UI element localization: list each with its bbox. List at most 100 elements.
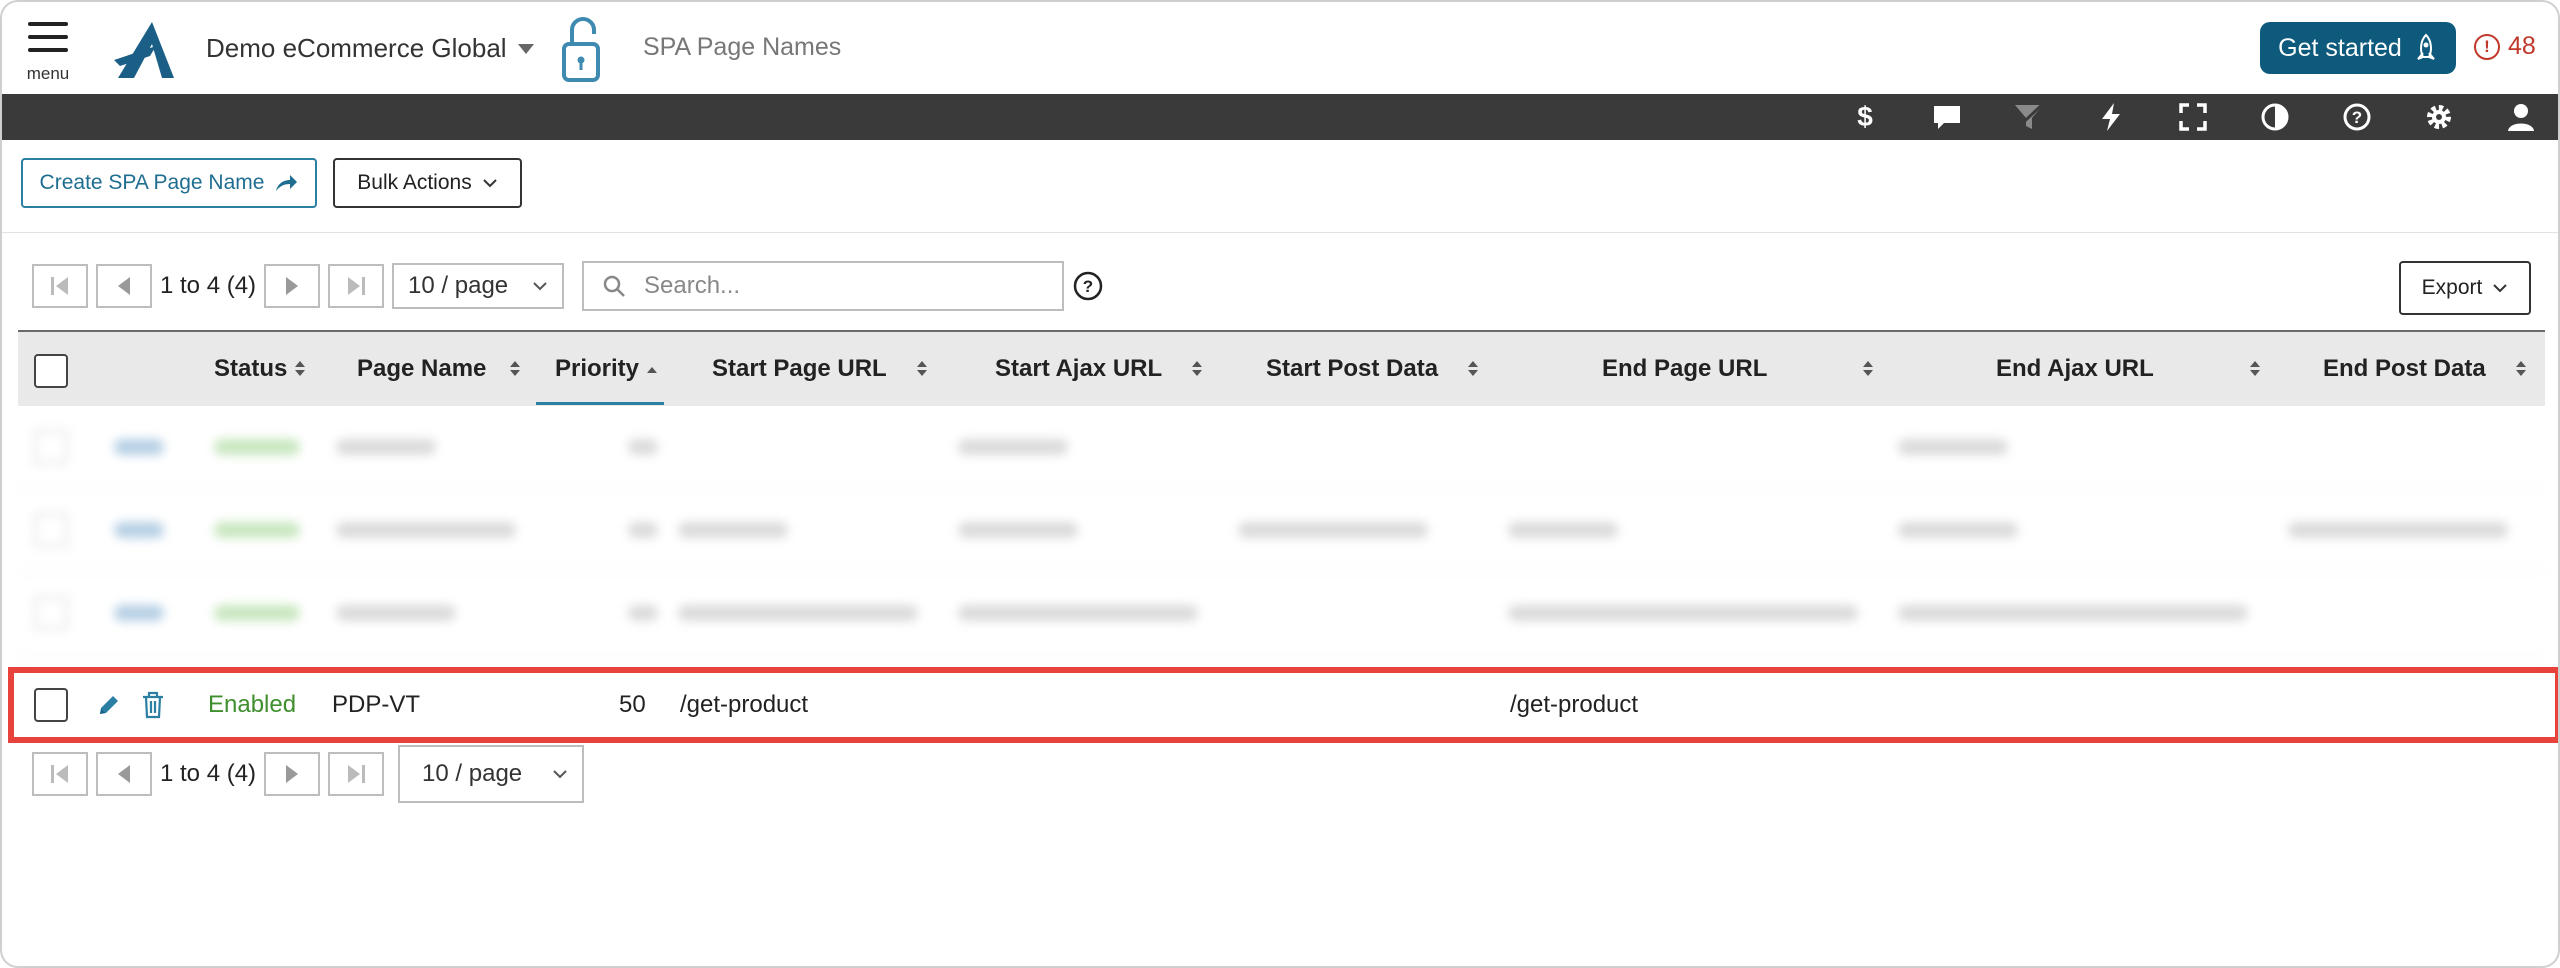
last-page-icon bbox=[348, 277, 366, 295]
table-row-obscured bbox=[18, 406, 2545, 489]
per-page-value: 10 / page bbox=[422, 760, 523, 787]
last-page-icon bbox=[348, 765, 366, 783]
menu-bar-icon bbox=[28, 48, 68, 52]
first-page-button[interactable] bbox=[32, 752, 88, 796]
column-header-page-name[interactable]: Page Name bbox=[357, 332, 521, 406]
alert-indicator[interactable]: ! 48 bbox=[2474, 32, 2536, 61]
action-bar: Create SPA Page Name Bulk Actions bbox=[2, 140, 2558, 233]
export-label: Export bbox=[2421, 276, 2483, 299]
pager-bottom: 1 to 4 (4) 10 / page bbox=[32, 745, 585, 803]
svg-text:?: ? bbox=[2352, 108, 2362, 127]
contrast-icon[interactable] bbox=[2258, 100, 2292, 134]
alert-icon: ! bbox=[2474, 33, 2500, 60]
sort-ascending-icon bbox=[647, 360, 658, 378]
menu-label: menu bbox=[26, 64, 70, 83]
search-help-icon[interactable]: ? bbox=[1073, 271, 1103, 301]
column-header-end-page-url[interactable]: End Page URL bbox=[1602, 332, 1874, 406]
search-input[interactable] bbox=[642, 271, 1046, 301]
menu-button[interactable]: menu bbox=[24, 20, 72, 84]
next-page-icon bbox=[286, 277, 299, 295]
table-row-obscured bbox=[18, 572, 2545, 655]
last-page-button[interactable] bbox=[328, 752, 385, 796]
create-button-label: Create SPA Page Name bbox=[39, 171, 265, 194]
gear-icon[interactable] bbox=[2422, 100, 2456, 134]
app-name[interactable]: Demo eCommerce Global bbox=[206, 33, 507, 64]
column-header-start-ajax-url[interactable]: Start Ajax URL bbox=[995, 332, 1203, 406]
sort-icon bbox=[916, 360, 927, 378]
chevron-down-icon bbox=[482, 179, 497, 188]
sorted-column-indicator bbox=[536, 402, 664, 405]
spa-page-names-table: Status Page Name Priority Start Page URL… bbox=[8, 330, 2558, 743]
last-page-button[interactable] bbox=[328, 264, 385, 308]
table-header: Status Page Name Priority Start Page URL… bbox=[18, 330, 2545, 406]
first-page-button[interactable] bbox=[32, 264, 88, 308]
pager-top: 1 to 4 (4) 10 / page bbox=[32, 262, 565, 310]
table-row-obscured bbox=[18, 489, 2545, 572]
rocket-icon bbox=[2417, 33, 2435, 60]
help-icon[interactable]: ? bbox=[2340, 100, 2374, 134]
search-box bbox=[582, 261, 1064, 311]
get-started-button[interactable]: Get started bbox=[2260, 22, 2456, 74]
previous-page-button[interactable] bbox=[96, 264, 152, 308]
unlock-icon[interactable] bbox=[558, 14, 608, 84]
column-header-start-page-url[interactable]: Start Page URL bbox=[712, 332, 927, 406]
menu-bar-icon bbox=[28, 35, 68, 39]
previous-page-icon bbox=[118, 277, 130, 295]
pager-range-text: 1 to 4 (4) bbox=[160, 760, 257, 787]
status-cell: Enabled bbox=[208, 691, 297, 718]
sort-icon bbox=[1192, 360, 1203, 378]
next-page-button[interactable] bbox=[264, 264, 321, 308]
sort-icon bbox=[1468, 360, 1479, 378]
edit-pencil-icon[interactable] bbox=[94, 690, 124, 720]
menu-bar-icon bbox=[28, 22, 68, 26]
page-title: SPA Page Names bbox=[643, 33, 842, 61]
column-header-status[interactable]: Status bbox=[214, 332, 306, 406]
sort-icon bbox=[1863, 360, 1874, 378]
dollar-icon[interactable]: $ bbox=[1848, 100, 1882, 134]
export-button[interactable]: Export bbox=[2399, 261, 2531, 315]
sort-icon bbox=[2515, 360, 2526, 378]
column-header-end-post-data[interactable]: End Post Data bbox=[2323, 332, 2526, 406]
app-dropdown-caret-icon[interactable] bbox=[518, 44, 534, 54]
utility-toolbar: $ ? bbox=[2, 94, 2558, 140]
first-page-icon bbox=[51, 277, 68, 295]
pager-range-text: 1 to 4 (4) bbox=[160, 272, 257, 299]
first-page-icon bbox=[51, 765, 68, 783]
alert-count: 48 bbox=[2508, 32, 2536, 60]
chevron-down-icon bbox=[2493, 284, 2508, 293]
next-page-button[interactable] bbox=[264, 752, 321, 796]
delete-trash-icon[interactable] bbox=[138, 690, 168, 720]
priority-cell: 50 bbox=[619, 691, 646, 718]
sort-icon bbox=[510, 360, 521, 378]
chevron-down-icon bbox=[553, 770, 567, 779]
fullscreen-icon[interactable] bbox=[2176, 100, 2210, 134]
row-select-checkbox[interactable] bbox=[34, 688, 68, 722]
top-header: menu Demo eCommerce Global SPA Page Name… bbox=[2, 2, 2558, 94]
column-header-end-ajax-url[interactable]: End Ajax URL bbox=[1996, 332, 2260, 406]
svg-text:?: ? bbox=[1083, 277, 1093, 296]
column-header-priority[interactable]: Priority bbox=[555, 332, 658, 406]
bulk-actions-button[interactable]: Bulk Actions bbox=[333, 158, 522, 208]
comment-icon[interactable] bbox=[1930, 100, 1964, 134]
chevron-down-icon bbox=[533, 282, 547, 291]
brand-logo-icon[interactable] bbox=[112, 20, 178, 80]
lightning-icon[interactable] bbox=[2094, 100, 2128, 134]
get-started-label: Get started bbox=[2278, 33, 2402, 62]
per-page-value: 10 / page bbox=[408, 272, 509, 299]
sort-icon bbox=[295, 360, 306, 378]
column-header-start-post-data[interactable]: Start Post Data bbox=[1266, 332, 1479, 406]
start-page-url-cell: /get-product bbox=[680, 691, 809, 718]
previous-page-button[interactable] bbox=[96, 752, 152, 796]
page-name-cell: PDP-VT bbox=[332, 691, 421, 718]
sort-icon bbox=[2249, 360, 2260, 378]
per-page-select[interactable]: 10 / page bbox=[398, 745, 585, 803]
end-page-url-cell: /get-product bbox=[1510, 691, 1639, 718]
select-all-checkbox[interactable] bbox=[34, 354, 68, 388]
user-icon[interactable] bbox=[2504, 100, 2538, 134]
table-row: Enabled PDP-VT 50 /get-product /get-prod… bbox=[8, 667, 2558, 743]
previous-page-icon bbox=[118, 765, 130, 783]
create-spa-page-name-button[interactable]: Create SPA Page Name bbox=[21, 158, 317, 208]
next-page-icon bbox=[286, 765, 299, 783]
filter-icon[interactable] bbox=[2012, 100, 2046, 134]
per-page-select[interactable]: 10 / page bbox=[392, 263, 565, 309]
